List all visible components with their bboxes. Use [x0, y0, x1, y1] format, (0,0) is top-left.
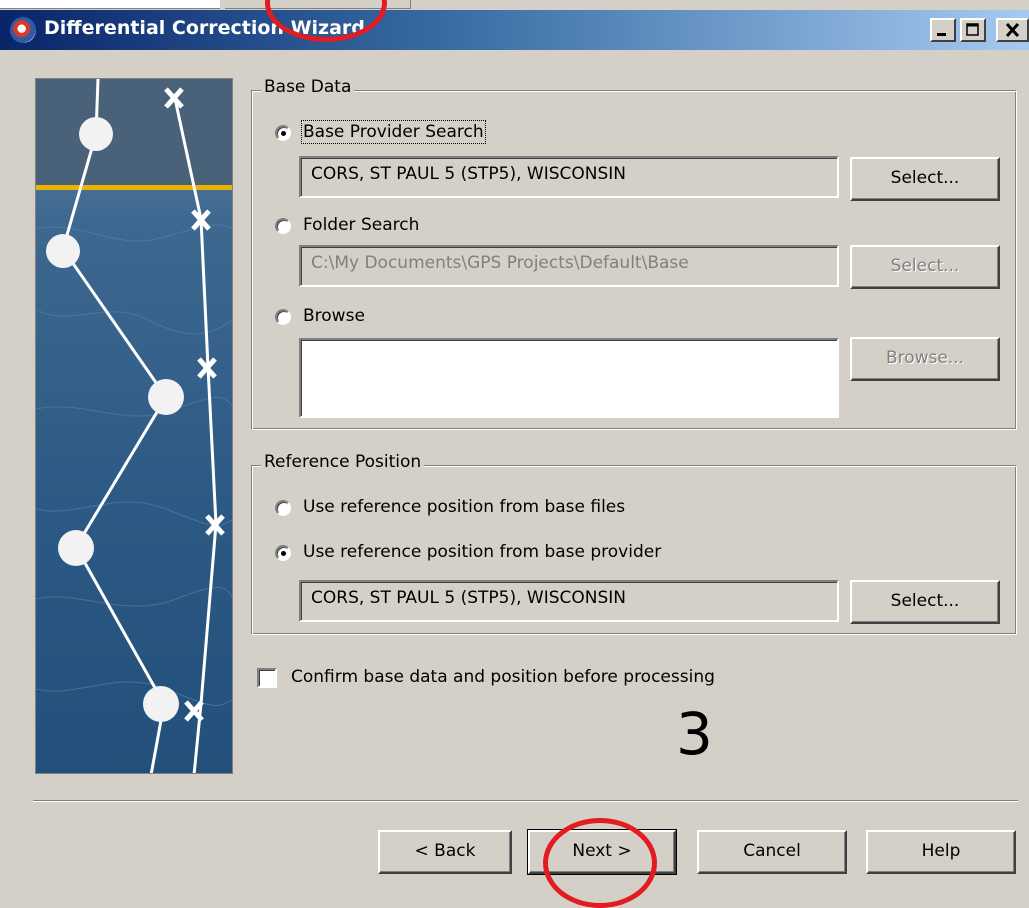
base-provider-field: CORS, ST PAUL 5 (STP5), WISCONSIN — [299, 156, 839, 198]
ref-from-base-files-radio[interactable] — [275, 500, 291, 516]
ref-provider-select-button[interactable]: Select... — [850, 580, 1000, 624]
reference-position-legend: Reference Position — [261, 452, 425, 472]
folder-search-field: C:\My Documents\GPS Projects\Default\Bas… — [299, 245, 839, 287]
confirm-checkbox[interactable] — [257, 668, 277, 688]
maximize-button[interactable] — [960, 18, 986, 42]
minimize-icon — [937, 33, 946, 36]
background-window-field — [0, 0, 220, 9]
ref-from-base-provider-radio[interactable] — [275, 545, 291, 561]
base-data-legend: Base Data — [261, 77, 355, 97]
confirm-label[interactable]: Confirm base data and position before pr… — [291, 667, 715, 687]
ref-provider-field: CORS, ST PAUL 5 (STP5), WISCONSIN — [299, 580, 839, 622]
browse-radio[interactable] — [275, 309, 291, 325]
highlight-ellipse-next — [543, 818, 657, 908]
step-number-annotation: 3 — [676, 700, 713, 768]
folder-search-radio[interactable] — [275, 218, 291, 234]
browse-field[interactable] — [299, 338, 839, 418]
footer-divider — [33, 800, 1018, 802]
cancel-button[interactable]: Cancel — [697, 830, 847, 874]
gps-path-illustration — [36, 79, 232, 773]
maximize-icon — [966, 23, 979, 36]
browse-button[interactable]: Browse... — [850, 337, 1000, 381]
ref-from-base-files-label[interactable]: Use reference position from base files — [303, 497, 625, 517]
wizard-banner-image — [35, 78, 233, 774]
base-provider-select-button[interactable]: Select... — [850, 157, 1000, 201]
back-button[interactable]: < Back — [378, 830, 512, 874]
folder-search-label[interactable]: Folder Search — [303, 215, 419, 235]
close-button[interactable] — [996, 18, 1029, 42]
base-provider-search-radio[interactable] — [275, 125, 291, 141]
help-button[interactable]: Help — [866, 830, 1016, 874]
base-provider-search-label[interactable]: Base Provider Search — [301, 120, 486, 144]
differential-correction-icon — [10, 17, 36, 43]
browse-label[interactable]: Browse — [303, 306, 365, 326]
close-icon — [1005, 22, 1020, 38]
ref-from-base-provider-label[interactable]: Use reference position from base provide… — [303, 542, 661, 562]
minimize-button[interactable] — [930, 18, 956, 42]
folder-search-select-button[interactable]: Select... — [850, 245, 1000, 289]
